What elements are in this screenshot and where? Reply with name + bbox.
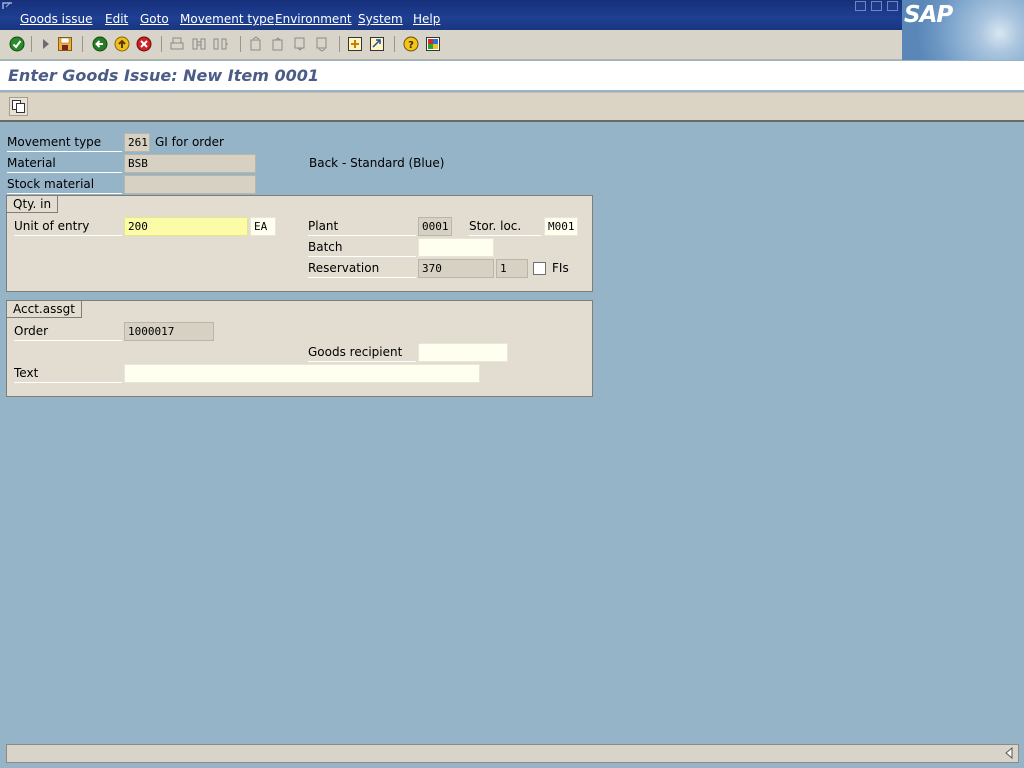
unit-input[interactable]: EA [250,217,276,236]
reservation-field[interactable]: 370 [418,259,494,278]
last-page-icon[interactable] [314,36,330,52]
material-description: Back - Standard (Blue) [309,156,445,170]
menu-edit-label: Edit [105,12,129,26]
stock-material-label: Stock material [7,175,122,194]
back-icon[interactable] [92,36,108,52]
order-label: Order [14,322,122,341]
goods-recipient-input[interactable] [418,343,508,362]
print-icon[interactable] [169,36,185,52]
create-session-icon[interactable] [347,36,363,52]
toolbar-separator [31,36,32,52]
menu-goods-issue-label: Goods issue [20,12,93,26]
plant-field[interactable]: 0001 [418,217,452,236]
stor-loc-input[interactable]: M001 [544,217,578,236]
close-window-button[interactable] [887,1,898,11]
quantity-input[interactable]: 200 [124,217,248,236]
goods-recipient-label: Goods recipient [308,343,416,362]
material-field[interactable]: BSB [124,154,256,173]
toolbar-separator [161,36,162,52]
overview-button[interactable] [9,97,28,116]
previous-page-icon[interactable] [270,36,286,52]
application-toolbar [0,92,1024,122]
menu-movement-type-label: Movement type [180,12,275,26]
menu-help[interactable]: Help [413,12,440,26]
toolbar-separator [394,36,395,52]
menu-goto[interactable]: Goto [140,12,169,26]
save-icon[interactable] [57,36,73,52]
menu-bar: Goods issue Edit Goto Movement type Envi… [0,0,1024,30]
plant-label: Plant [308,217,416,236]
batch-label: Batch [308,238,416,257]
menu-movement-type[interactable]: Movement type [180,12,274,26]
movement-type-label: Movement type [7,133,122,152]
layout-menu-icon[interactable] [425,36,441,52]
fis-label: FIs [552,261,569,275]
help-icon[interactable]: ? [403,36,419,52]
system-menu-icon[interactable] [2,1,14,10]
text-label: Text [14,364,122,383]
fis-checkbox[interactable] [533,262,546,275]
menu-goods-issue[interactable]: Goods issue [20,12,93,26]
find-icon[interactable] [191,36,207,52]
cancel-icon[interactable] [136,36,152,52]
exit-icon[interactable] [114,36,130,52]
unit-of-entry-label: Unit of entry [14,217,122,236]
order-field[interactable]: 1000017 [124,322,214,341]
menu-goto-label: Goto [140,12,169,26]
restore-button[interactable] [871,1,882,11]
menu-system[interactable]: System [358,12,403,26]
first-page-icon[interactable] [248,36,264,52]
status-bar [6,744,1019,763]
menu-help-label: Help [413,12,441,26]
shortcut-icon[interactable] [369,36,385,52]
command-field-icon[interactable] [38,36,54,52]
stor-loc-label: Stor. loc. [469,217,541,236]
material-label: Material [7,154,122,173]
enter-icon[interactable] [9,36,25,52]
acct-assignment-group-title: Acct.assgt [7,301,82,318]
text-input[interactable] [124,364,480,383]
menu-edit[interactable]: Edit [105,12,128,26]
toolbar-separator [339,36,340,52]
batch-input[interactable] [418,238,494,257]
movement-type-field[interactable]: 261 [124,133,150,152]
menu-environment[interactable]: Environment [275,12,352,26]
toolbar-separator [240,36,241,52]
reservation-label: Reservation [308,259,416,278]
status-bar-expand-icon[interactable] [1003,747,1015,759]
menu-system-label: System [358,12,403,26]
reservation-item-field[interactable]: 1 [496,259,528,278]
page-title: Enter Goods Issue: New Item 0001 [8,66,319,85]
sap-logo: SAP [904,2,953,28]
movement-type-text: GI for order [155,135,224,149]
qty-group-title: Qty. in [7,196,59,213]
menu-environment-label: Environment [275,12,352,26]
copy-icon [12,100,25,113]
svg-text:?: ? [408,40,414,51]
toolbar-separator [82,36,83,52]
find-next-icon[interactable] [213,36,229,52]
stock-material-field[interactable] [124,175,256,194]
next-page-icon[interactable] [292,36,308,52]
minimize-button[interactable] [855,1,866,11]
